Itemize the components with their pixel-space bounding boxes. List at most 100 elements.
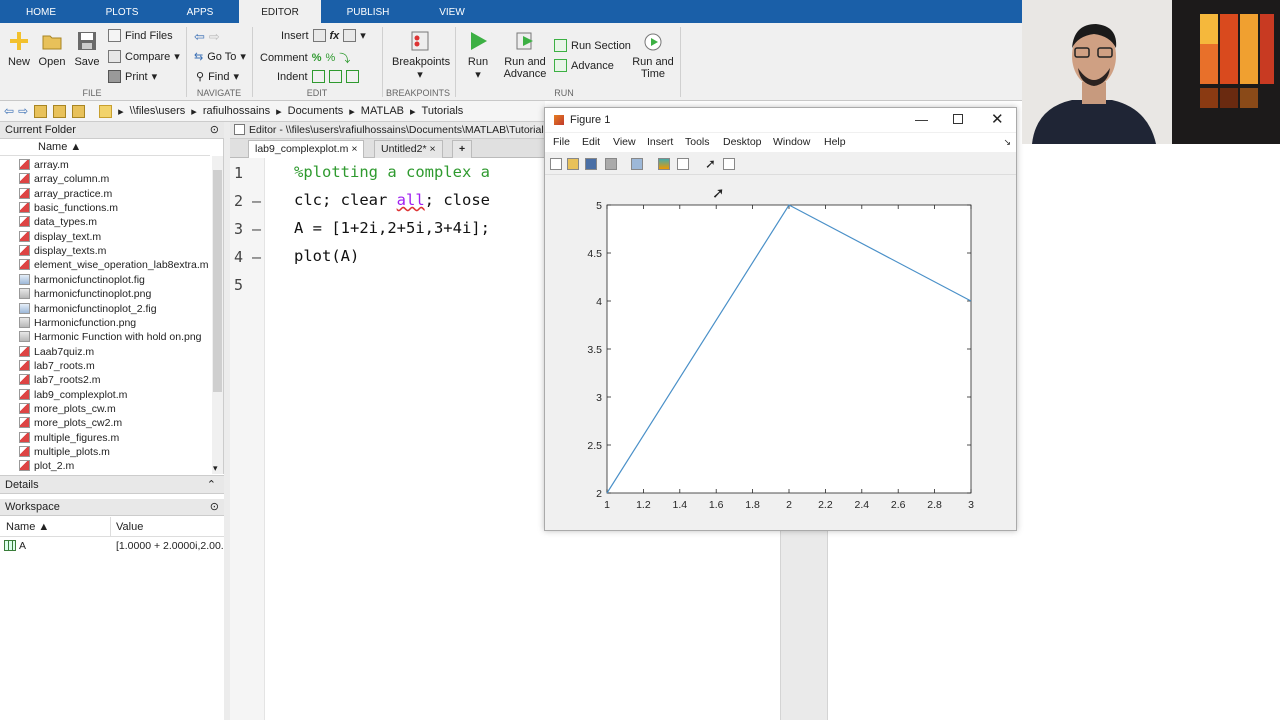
file-item[interactable]: display_texts.m [19, 244, 106, 258]
close-icon[interactable]: × [429, 143, 435, 155]
scrollbar[interactable]: ▾ [212, 156, 223, 474]
new-figure-icon[interactable] [550, 158, 562, 170]
code-line-3[interactable]: A = [1+2i,2+5i,3+4i]; [294, 219, 490, 237]
tab-view[interactable]: VIEW [426, 0, 478, 23]
tab-home[interactable]: HOME [14, 0, 68, 23]
compare-button[interactable]: Compare ▾ [108, 50, 180, 63]
dock-arrow-icon[interactable]: ↘ [1003, 137, 1011, 148]
run-button[interactable]: Run ▾ [462, 30, 494, 81]
file-item[interactable]: display_text.m [19, 230, 101, 244]
close-icon[interactable]: ✕ [991, 108, 1004, 132]
browse-folder-icon[interactable] [53, 104, 67, 118]
path-segment[interactable]: Documents [288, 105, 344, 117]
add-tab-button[interactable]: + [452, 140, 473, 158]
back-arrow-icon[interactable]: ⇦ [4, 104, 14, 118]
menu-file[interactable]: File [553, 136, 570, 148]
address-bar[interactable]: ⇦ ⇨ ▸ \\files\users ▸ rafiulhossains ▸ D… [0, 101, 545, 122]
link-plot-icon[interactable] [631, 158, 643, 170]
print-figure-icon[interactable] [605, 158, 617, 170]
tab-untitled2[interactable]: Untitled2* × [374, 140, 443, 158]
minimize-icon[interactable]: — [915, 108, 928, 132]
indent-button[interactable]: Indent [277, 70, 359, 83]
file-item[interactable]: harmonicfunctinoplot_2.fig [19, 302, 157, 316]
menu-window[interactable]: Window [773, 136, 810, 148]
open-button[interactable]: Open [36, 30, 68, 68]
details-panel-header[interactable]: Details ⌃ [0, 475, 224, 494]
file-item[interactable]: plot_2.m [19, 459, 74, 473]
file-item[interactable]: basic_functions.m [19, 201, 118, 215]
menu-help[interactable]: Help [824, 136, 846, 148]
advance-button[interactable]: Advance [554, 59, 614, 72]
workspace-value-column[interactable]: Value [116, 521, 143, 533]
file-item[interactable]: lab9_complexplot.m [19, 388, 127, 402]
workspace-name-column[interactable]: Name ▲ [6, 521, 49, 533]
find-button[interactable]: ⚲ Find ▾ [196, 70, 239, 84]
menu-insert[interactable]: Insert [647, 136, 673, 148]
file-item[interactable]: more_plots_cw.m [19, 402, 116, 416]
forward-arrow-icon[interactable]: ⇨ [18, 104, 28, 118]
path-segment[interactable]: \\files\users [130, 105, 186, 117]
code-line-2[interactable]: clc; clear all; close [294, 191, 490, 209]
find-files-button[interactable]: Find Files [108, 29, 173, 42]
file-item[interactable]: element_wise_operation_lab8extra.m [19, 258, 209, 272]
file-item[interactable]: lab7_roots.m [19, 359, 95, 373]
run-section-button[interactable]: Run Section [554, 39, 631, 52]
print-button[interactable]: Print ▾ [108, 70, 157, 83]
name-column-header[interactable]: Name ▲ [0, 139, 210, 156]
menu-desktop[interactable]: Desktop [723, 136, 762, 148]
menu-view[interactable]: View [613, 136, 636, 148]
legend-icon[interactable] [677, 158, 689, 170]
save-button[interactable]: Save [72, 30, 102, 68]
path-segment[interactable]: Tutorials [422, 105, 464, 117]
file-item[interactable]: lab7_roots2.m [19, 373, 101, 387]
comment-button[interactable]: Comment%% ⤵ [260, 50, 350, 66]
file-item[interactable]: multiple_plots.m [19, 445, 110, 459]
panel-menu-icon[interactable]: ⊙ [210, 499, 219, 516]
file-item[interactable]: Harmonicfunction.png [19, 316, 136, 330]
run-and-advance-button[interactable]: Run and Advance [502, 30, 548, 80]
file-item[interactable]: harmonicfunctinoplot.png [19, 287, 151, 301]
workspace-variable-row[interactable]: A [1.0000 + 2.0000i,2.00... [0, 538, 230, 554]
scrollbar-thumb[interactable] [213, 170, 222, 392]
chevron-up-icon[interactable]: ⌃ [207, 476, 216, 494]
file-item[interactable]: harmonicfunctinoplot.fig [19, 273, 145, 287]
menu-edit[interactable]: Edit [582, 136, 600, 148]
insert-button[interactable]: Insert fx ▾ [281, 29, 366, 42]
panel-menu-icon[interactable]: ⊙ [210, 122, 219, 139]
file-item[interactable]: array_practice.m [19, 187, 112, 201]
maximize-icon[interactable] [953, 114, 963, 124]
save-figure-icon[interactable] [585, 158, 597, 170]
code-line-1[interactable]: %plotting a complex a [294, 163, 490, 181]
figure-titlebar[interactable]: Figure 1 — ✕ [545, 108, 1016, 132]
tab-apps[interactable]: APPS [176, 0, 224, 23]
file-item[interactable]: array_column.m [19, 172, 109, 186]
breakpoints-button[interactable]: Breakpoints ▾ [392, 30, 450, 81]
root-folder-icon[interactable] [72, 104, 86, 118]
file-item[interactable]: array.m [19, 158, 69, 172]
property-editor-icon[interactable] [723, 158, 735, 170]
tab-publish[interactable]: PUBLISH [337, 0, 399, 23]
menu-tools[interactable]: Tools [685, 136, 710, 148]
file-item[interactable]: more_plots_cw2.m [19, 416, 122, 430]
file-item[interactable]: data_types.m [19, 215, 97, 229]
file-item[interactable]: Laab7quiz.m [19, 345, 94, 359]
colorbar-icon[interactable] [658, 158, 670, 170]
run-and-time-button[interactable]: Run and Time [630, 30, 676, 80]
tab-editor[interactable]: EDITOR [239, 0, 321, 23]
path-segment[interactable]: rafiulhossains [203, 105, 270, 117]
open-file-icon[interactable] [567, 158, 579, 170]
pointer-icon[interactable]: ➚ [705, 156, 716, 172]
go-to-button[interactable]: ⇆ Go To ▾ [194, 50, 246, 64]
new-button[interactable]: New [4, 30, 34, 68]
up-folder-icon[interactable] [34, 104, 48, 118]
nav-arrows[interactable]: ⇦ ⇨ [194, 29, 220, 45]
tab-lab9-complexplot[interactable]: lab9_complexplot.m × [248, 140, 365, 158]
tab-plots[interactable]: PLOTS [96, 0, 148, 23]
close-icon[interactable]: × [351, 143, 357, 155]
chevron-down-icon[interactable]: ▾ [213, 463, 218, 474]
file-item[interactable]: Harmonic Function with hold on.png [19, 330, 202, 344]
figure-window[interactable]: Figure 1 — ✕ File Edit View Insert Tools… [544, 107, 1017, 531]
path-segment[interactable]: MATLAB [361, 105, 404, 117]
file-item[interactable]: multiple_figures.m [19, 431, 119, 445]
code-line-4[interactable]: plot(A) [294, 247, 359, 265]
